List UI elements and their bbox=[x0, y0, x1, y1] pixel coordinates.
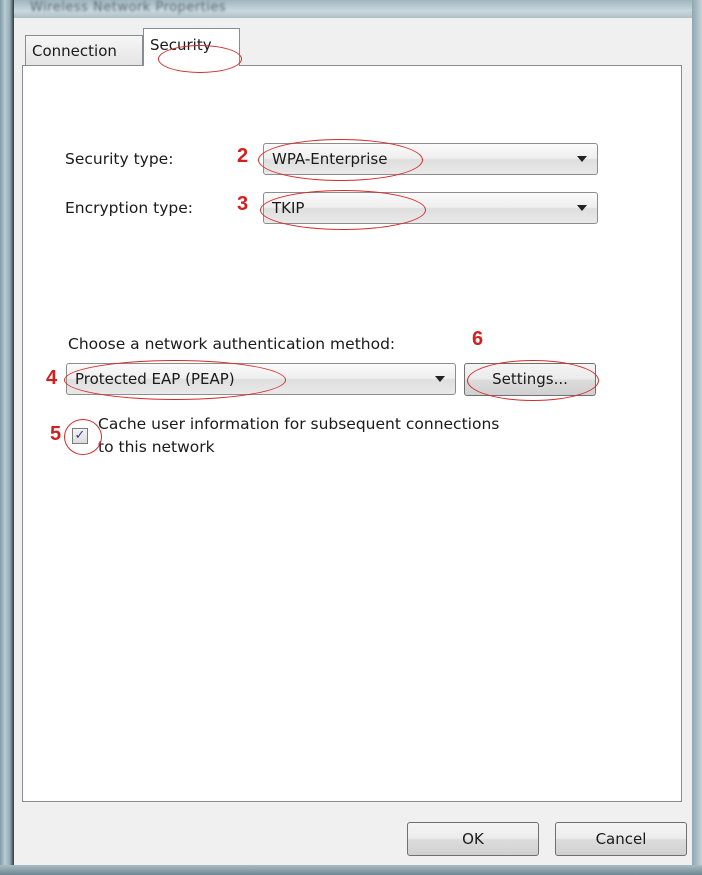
auth-method-value: Protected EAP (PEAP) bbox=[75, 370, 235, 388]
chevron-down-icon bbox=[577, 156, 587, 162]
annotation-number-4: 4 bbox=[46, 367, 58, 389]
settings-button[interactable]: Settings... bbox=[464, 363, 596, 396]
check-icon: ✓ bbox=[74, 428, 86, 443]
cache-user-info-label: Cache user information for subsequent co… bbox=[98, 415, 500, 433]
cache-user-info-checkbox[interactable]: ✓ bbox=[72, 428, 88, 444]
encryption-type-label: Encryption type: bbox=[65, 199, 193, 217]
security-tab-panel bbox=[22, 65, 682, 802]
window-title-bar[interactable]: Wireless Network Properties bbox=[0, 0, 702, 18]
tab-connection[interactable]: Connection bbox=[25, 35, 143, 65]
window-frame-bottom bbox=[0, 865, 702, 875]
ok-button[interactable]: OK bbox=[407, 822, 539, 856]
tab-connection-label: Connection bbox=[32, 42, 117, 60]
auth-method-label: Choose a network authentication method: bbox=[68, 335, 396, 353]
cancel-button[interactable]: Cancel bbox=[555, 822, 687, 856]
cancel-button-label: Cancel bbox=[595, 830, 647, 848]
window-frame-left bbox=[0, 0, 14, 875]
security-type-label: Security type: bbox=[65, 150, 174, 168]
annotation-number-5: 5 bbox=[50, 423, 62, 445]
chevron-down-icon bbox=[435, 376, 445, 382]
window-frame-right bbox=[692, 0, 702, 875]
encryption-type-value: TKIP bbox=[272, 199, 305, 217]
tab-security-label: Security bbox=[150, 36, 212, 54]
security-type-dropdown[interactable]: WPA-Enterprise bbox=[263, 143, 598, 175]
annotation-number-2: 2 bbox=[237, 145, 249, 167]
window-title: Wireless Network Properties bbox=[30, 0, 227, 15]
tab-security[interactable]: Security bbox=[143, 28, 240, 66]
auth-method-dropdown[interactable]: Protected EAP (PEAP) bbox=[66, 363, 456, 395]
chevron-down-icon bbox=[577, 205, 587, 211]
cache-user-info-label-line2: to this network bbox=[98, 438, 215, 456]
annotation-number-6: 6 bbox=[472, 328, 484, 350]
settings-button-label: Settings... bbox=[492, 370, 568, 388]
security-type-value: WPA-Enterprise bbox=[272, 150, 388, 168]
ok-button-label: OK bbox=[462, 830, 484, 848]
annotation-number-3: 3 bbox=[237, 193, 249, 215]
encryption-type-dropdown[interactable]: TKIP bbox=[263, 192, 598, 224]
